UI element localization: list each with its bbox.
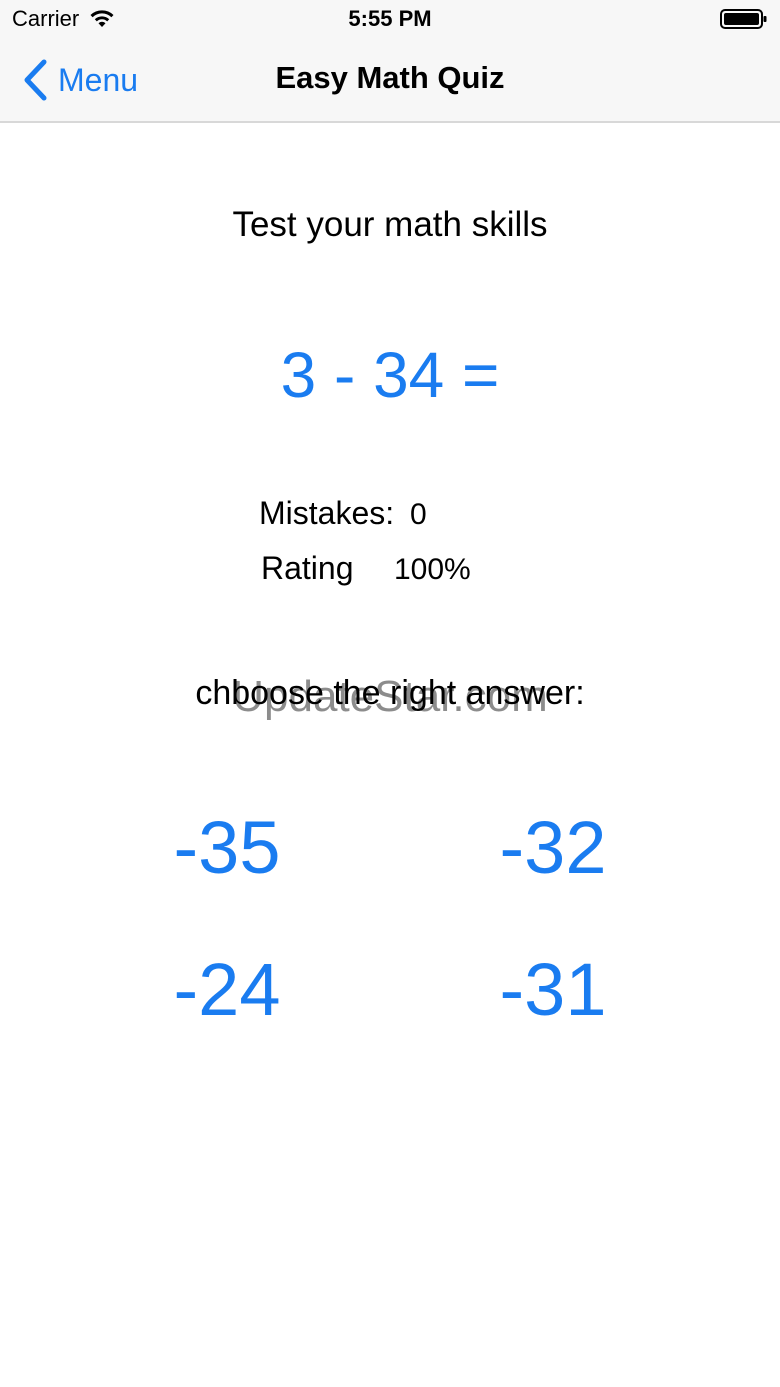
answer-button-4[interactable]: -31 (443, 947, 663, 1032)
instruction-text: chboose the right answer: (195, 674, 585, 712)
answer-button-3[interactable]: -24 (117, 947, 337, 1032)
rating-label: Rating (261, 550, 354, 586)
page-title: Easy Math Quiz (275, 60, 505, 95)
answer-button-2[interactable]: -32 (443, 805, 663, 890)
battery-icon (720, 9, 767, 29)
status-time: 5:55 PM (348, 6, 432, 31)
answer-button-1[interactable]: -35 (117, 805, 337, 890)
mistakes-value: 0 (410, 498, 427, 531)
quiz-screen: Carrier 5:55 PM Menu Easy Math Quiz Test… (0, 0, 780, 1387)
navigation-bar: Carrier 5:55 PM Menu Easy Math Quiz (0, 0, 780, 123)
subtitle: Test your math skills (232, 205, 548, 244)
question-text: 3 - 34 = (280, 339, 500, 411)
mistakes-label: Mistakes: (259, 495, 395, 531)
rating-value: 100% (394, 553, 471, 586)
